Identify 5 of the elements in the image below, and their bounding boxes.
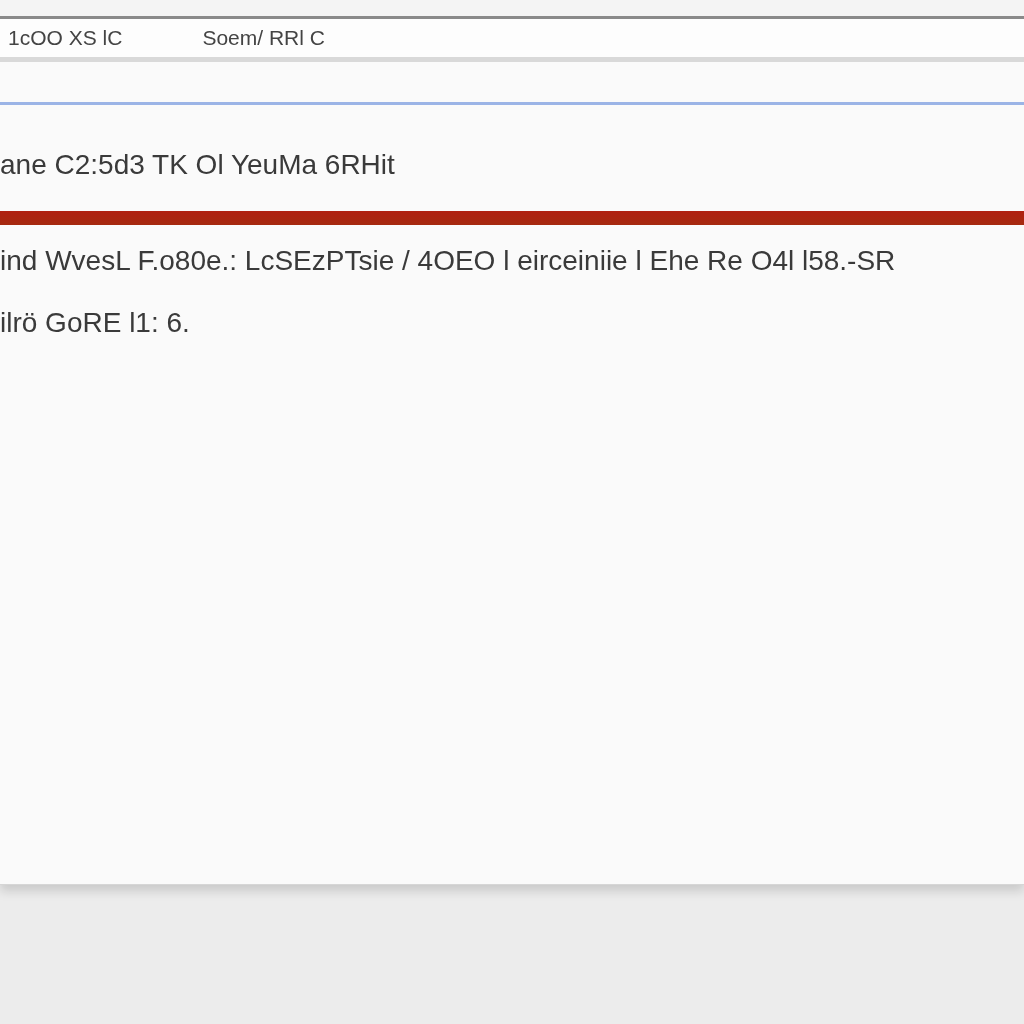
toolbar-label: 1cOO XS lC [8, 26, 123, 50]
text-line: ind WvesL F.o80e.: LcSEzPTsie / 4OEO l eirceiniie l Ehe Re O4l l58.-SR [0, 245, 897, 277]
heading: ane C2:5d3 TK Ol YeuMa 6RHit [0, 149, 396, 181]
text-line: ilrö GoRE l1: 6. [0, 307, 191, 339]
toolbar-label: Soem/ RRl C [202, 26, 325, 50]
